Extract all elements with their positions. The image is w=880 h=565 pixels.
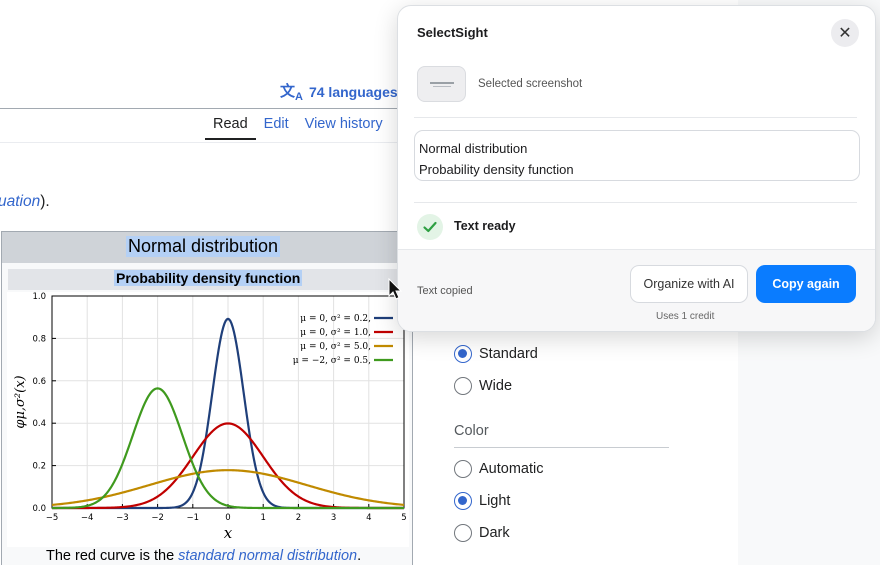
y-tick-label: 0.6 <box>32 377 46 387</box>
infobox-title: Normal distribution <box>126 236 281 257</box>
footer-status: Text copied <box>417 285 473 297</box>
x-tick-label: 4 <box>366 513 371 523</box>
x-tick-label: 1 <box>260 513 265 523</box>
legend-label: μ = −2, σ² = 0.5, <box>293 356 371 366</box>
extracted-line: Normal distribution <box>419 141 528 156</box>
y-tick-label: 0.2 <box>32 462 46 472</box>
infobox-caption: The red curve is the standard normal dis… <box>46 548 361 564</box>
color-heading: Color <box>454 423 489 439</box>
color-option-light[interactable]: Light <box>454 492 510 510</box>
color-option-automatic[interactable]: Automatic <box>454 460 543 478</box>
width-option-standard[interactable]: Standard <box>454 345 538 363</box>
article-text-fragment: uation). <box>0 193 50 211</box>
infobox: Normal distribution Probability density … <box>1 231 413 565</box>
x-tick-label: 3 <box>331 513 336 523</box>
extracted-line: Probability density function <box>419 162 574 177</box>
x-tick-label: 5 <box>401 513 406 523</box>
y-tick-label: 0.0 <box>32 504 46 514</box>
color-option-label: Dark <box>479 525 510 541</box>
x-tick-label: 0 <box>225 513 230 523</box>
tabs-divider <box>0 142 410 143</box>
mouse-cursor-icon <box>388 278 402 300</box>
legend-label: μ = 0, σ² = 5.0, <box>300 342 371 352</box>
close-icon: ✕ <box>838 25 852 42</box>
width-option-label: Wide <box>479 378 513 394</box>
legend-label: μ = 0, σ² = 1.0, <box>300 328 371 338</box>
check-icon <box>417 214 443 240</box>
article-link-fragment[interactable]: uation <box>0 193 40 210</box>
pdf-chart[interactable]: −5 −4 −3 −2 −1 0 1 2 3 4 5 0.0 0.2 0.4 0.6 0.8 1.0 μ = 0… <box>7 292 409 547</box>
y-tick-label: 1.0 <box>32 292 46 302</box>
radio-automatic[interactable] <box>454 460 472 478</box>
radio-wide[interactable] <box>454 377 472 395</box>
legend-label: μ = 0, σ² = 0.2, <box>300 314 371 324</box>
color-option-label: Light <box>479 493 511 509</box>
y-tick-label: 0.8 <box>32 334 46 344</box>
caption-link[interactable]: standard normal distribution <box>178 548 357 564</box>
chart-legend: μ = 0, σ² = 0.2, μ = 0, σ² = 1.0, μ = 0, σ… <box>293 314 393 366</box>
caption-suffix: . <box>357 548 362 564</box>
close-button[interactable]: ✕ <box>831 19 859 47</box>
color-divider <box>454 447 669 448</box>
copy-again-button[interactable]: Copy again <box>756 265 856 303</box>
caption-prefix: The red curve is the <box>46 548 179 564</box>
x-tick-label: −5 <box>46 513 59 523</box>
width-option-label: Standard <box>479 346 538 362</box>
x-tick-label: −4 <box>81 513 94 523</box>
width-option-wide[interactable]: Wide <box>454 377 512 395</box>
color-option-dark[interactable]: Dark <box>454 524 510 542</box>
popup-title: SelectSight <box>417 25 488 40</box>
radio-standard[interactable] <box>454 345 472 363</box>
languages-button[interactable]: 文A 74 languages <box>280 80 398 103</box>
popup-divider <box>414 202 857 203</box>
tab-edit[interactable]: Edit <box>256 116 297 140</box>
infobox-subtitle: Probability density function <box>114 270 303 286</box>
x-tick-label: −2 <box>151 513 164 523</box>
tab-view-history[interactable]: View history <box>297 116 391 140</box>
x-tick-label: 2 <box>296 513 301 523</box>
translate-icon: 文A <box>280 83 303 103</box>
credit-note: Uses 1 credit <box>656 311 715 322</box>
organize-with-ai-button[interactable]: Organize with AI <box>630 265 748 303</box>
y-tick-label: 0.4 <box>32 419 46 429</box>
popup-divider <box>414 117 857 118</box>
page-tabs: Read Edit View history <box>205 116 391 140</box>
popup-footer: Text copied Organize with AI Uses 1 cred… <box>398 249 875 331</box>
radio-dark[interactable] <box>454 524 472 542</box>
article-text-tail: ). <box>40 193 50 210</box>
color-option-label: Automatic <box>479 461 544 477</box>
y-axis-label: φμ,σ²(x) <box>13 375 28 428</box>
selectsight-popup: SelectSight ✕ Selected screenshot Normal… <box>397 5 876 332</box>
radio-light[interactable] <box>454 492 472 510</box>
x-axis-label: x <box>224 524 233 542</box>
chart-ticks: −5 −4 −3 −2 −1 0 1 2 3 4 5 0.0 0.2 0.4 0.6 0.8 1.0 <box>32 292 406 523</box>
x-tick-label: −1 <box>187 513 200 523</box>
tab-read[interactable]: Read <box>205 116 256 140</box>
extracted-text-box[interactable]: Normal distribution Probability density … <box>414 130 860 181</box>
screenshot-label: Selected screenshot <box>478 78 583 90</box>
screenshot-thumbnail <box>417 66 466 102</box>
header-divider <box>0 108 410 109</box>
x-tick-label: −3 <box>116 513 129 523</box>
status-text: Text ready <box>454 219 516 233</box>
languages-label: 74 languages <box>308 83 398 100</box>
